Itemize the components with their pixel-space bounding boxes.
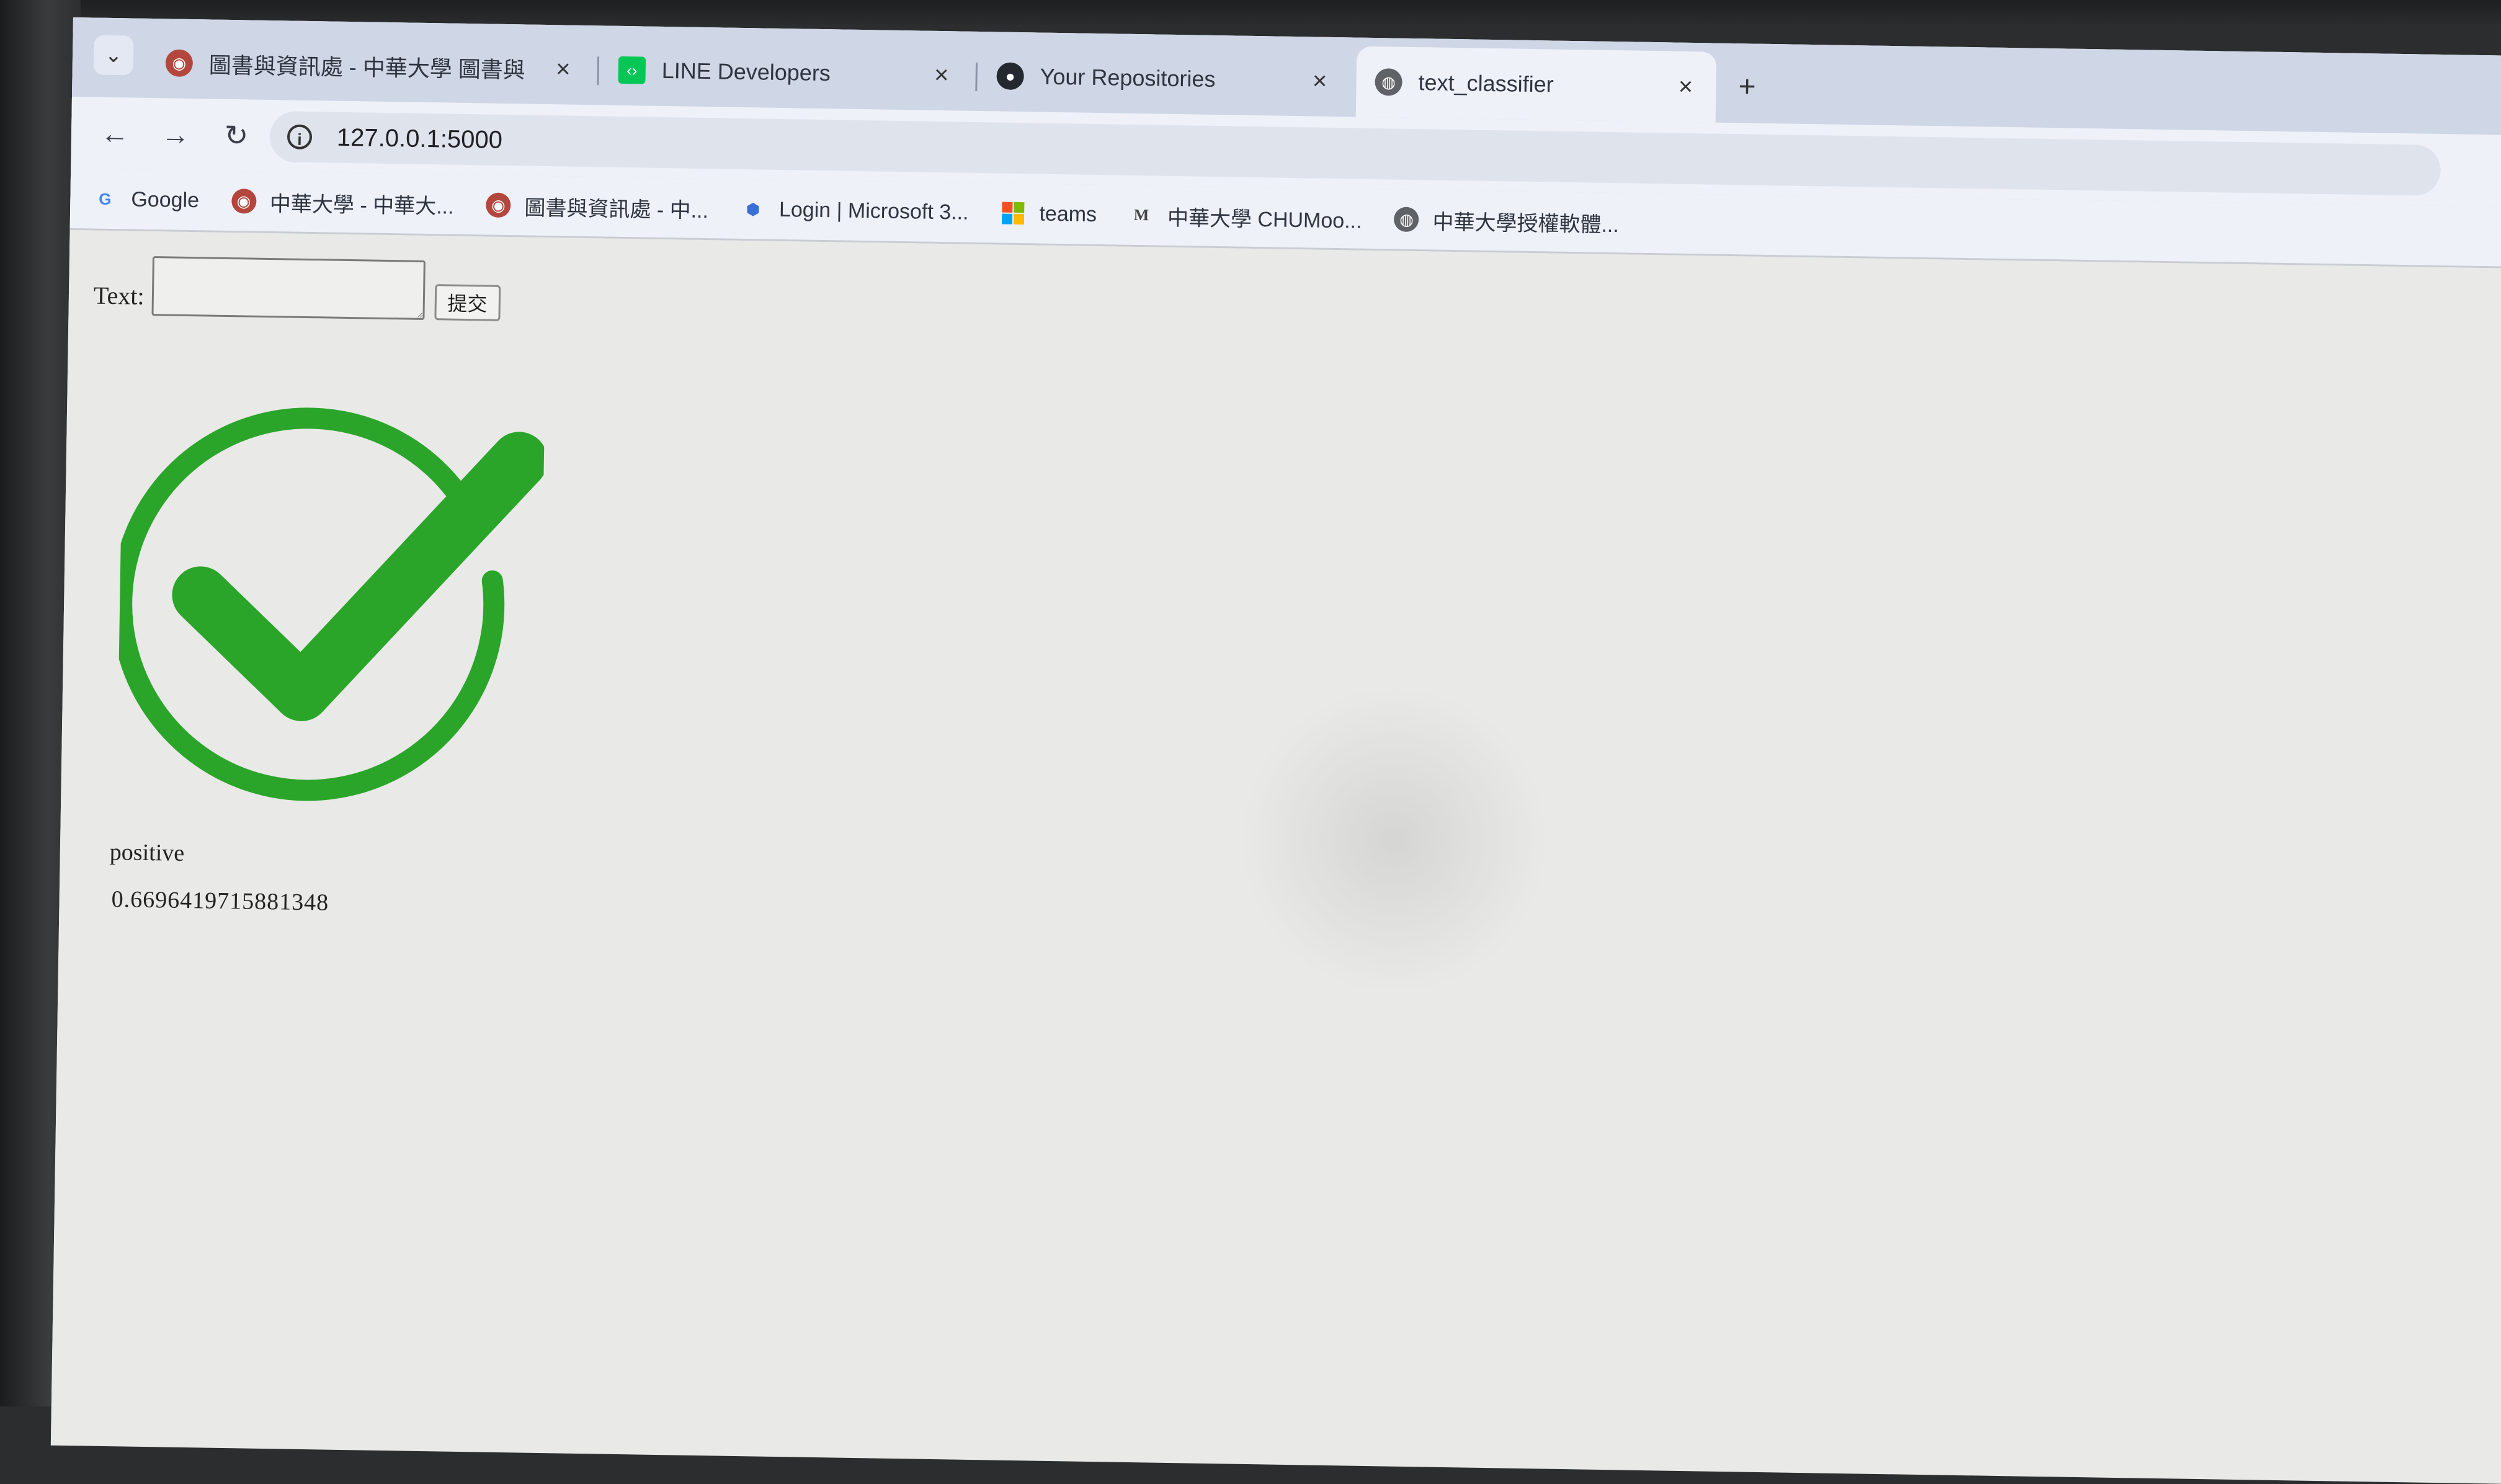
tab-title: 圖書與資訊處 - 中華大學 圖書與 (208, 52, 526, 83)
bookmark-licensed-software[interactable]: ◍ 中華大學授權軟體... (1394, 204, 1619, 238)
bookmark-label: Google (131, 187, 200, 212)
github-icon: ● (996, 62, 1025, 91)
bookmark-library[interactable]: ◉ 圖書與資訊處 - 中... (486, 190, 708, 224)
chu-logo-icon: ◉ (486, 192, 511, 218)
moodle-icon: M (1133, 205, 1149, 224)
page-content: Text: 提交 positive 0.6696419715881348 (50, 229, 2501, 1484)
tab-library[interactable]: ◉ 圖書與資訊處 - 中華大學 圖書與 × (146, 27, 594, 105)
tab-title: LINE Developers (661, 57, 831, 86)
bookmark-teams[interactable]: teams (1001, 201, 1097, 227)
bookmark-chu[interactable]: ◉ 中華大學 - 中華大... (231, 186, 454, 220)
microsoft-login-icon: ⬢ (746, 199, 760, 218)
chu-logo-icon: ◉ (165, 49, 194, 78)
close-icon[interactable]: × (1304, 67, 1335, 96)
tab-your-repositories[interactable]: ● Your Repositories × (978, 40, 1351, 117)
bookmark-label: 中華大學 - 中華大... (269, 192, 454, 219)
tab-line-developers[interactable]: ‹› LINE Developers × (599, 34, 973, 110)
browser-window: ⌄ ◉ 圖書與資訊處 - 中華大學 圖書與 × ‹› LINE Develope… (50, 17, 2501, 1484)
bookmark-google[interactable]: G Google (92, 187, 199, 213)
tab-title: text_classifier (1418, 69, 1554, 97)
new-tab-button[interactable]: + (1728, 68, 1766, 106)
submit-button[interactable]: 提交 (434, 284, 501, 321)
bookmark-microsoft-login[interactable]: ⬢ Login | Microsoft 3... (741, 197, 969, 225)
tab-title: Your Repositories (1040, 63, 1216, 92)
bookmark-label: 中華大學授權軟體... (1432, 210, 1620, 237)
bookmark-label: Login | Microsoft 3... (778, 197, 969, 224)
prediction-score: 0.6696419715881348 (111, 886, 329, 916)
text-label: Text: (93, 281, 145, 310)
site-info-icon[interactable]: i (287, 124, 313, 150)
bookmark-label: 圖書與資訊處 - 中... (524, 195, 709, 223)
prediction-label: positive (109, 839, 185, 866)
classify-form: Text: 提交 (93, 255, 501, 321)
globe-icon: ◍ (1394, 207, 1419, 233)
line-developers-icon: ‹› (618, 56, 646, 84)
tab-text-classifier[interactable]: ◍ text_classifier × (1355, 46, 1717, 123)
bookmark-chumoodle[interactable]: M 中華大學 CHUMoo... (1129, 200, 1362, 234)
back-arrow-icon[interactable]: ← (96, 115, 134, 153)
bookmark-label: teams (1039, 202, 1097, 226)
monitor-bezel-top (0, 0, 2501, 25)
green-checkmark-icon (116, 407, 545, 801)
forward-arrow-icon[interactable]: → (157, 115, 195, 153)
screen-glare (1236, 682, 1552, 998)
chevron-down-icon: ⌄ (104, 43, 123, 68)
bookmark-label: 中華大學 CHUMoo... (1167, 206, 1362, 233)
close-icon[interactable]: × (547, 55, 579, 84)
chu-logo-icon: ◉ (231, 189, 257, 214)
text-input[interactable] (151, 256, 426, 320)
microsoft-icon (1001, 201, 1026, 226)
close-icon[interactable]: × (1670, 73, 1701, 101)
close-icon[interactable]: × (925, 61, 957, 89)
address-url: 127.0.0.1:5000 (336, 123, 503, 154)
globe-icon: ◍ (1375, 68, 1402, 96)
google-icon: G (99, 189, 112, 208)
tab-search-button[interactable]: ⌄ (93, 35, 134, 76)
reload-icon[interactable]: ↻ (218, 117, 256, 154)
